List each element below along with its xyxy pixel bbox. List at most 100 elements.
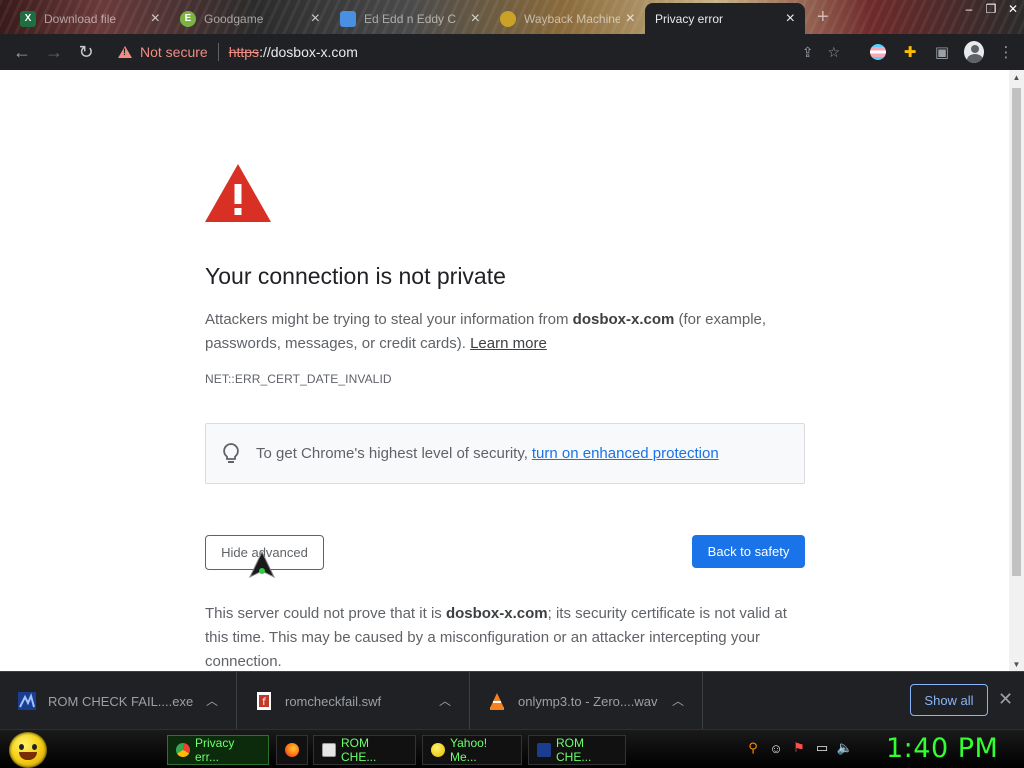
excel-icon: X [20, 10, 36, 27]
learn-more-link[interactable]: Learn more [470, 335, 547, 352]
start-button-smiley-icon[interactable] [9, 732, 47, 768]
taskbar-clock[interactable]: 1:40 PM [886, 733, 998, 764]
action-center-flag-icon[interactable]: ⚑ [791, 740, 807, 756]
tab-title: Ed Edd n Eddy C [364, 11, 457, 26]
extensions-puzzle-icon[interactable]: ✚ [900, 42, 920, 62]
svg-text:f: f [262, 697, 266, 708]
flash-icon [322, 743, 336, 757]
url-scheme: https [228, 44, 260, 60]
bookmark-star-icon[interactable]: ☆ [827, 44, 840, 61]
extensions-area: ✚ ▣ ⋮ [868, 37, 1016, 67]
new-tab-icon[interactable]: + [817, 6, 829, 29]
messenger-tray-icon[interactable]: ☺ [768, 740, 784, 756]
window-close-icon[interactable]: ✕ [1002, 0, 1024, 18]
page-title: Your connection is not private [205, 263, 506, 289]
url-host: ://dosbox-x.com [259, 44, 358, 60]
close-tab-icon[interactable]: × [786, 10, 795, 28]
taskbar-item-chrome[interactable]: Privacy err... [167, 735, 269, 765]
taskbar-item-yahoo-messenger[interactable]: Yahoo! Me... [422, 735, 522, 765]
scroll-up-arrow-icon[interactable]: ▲ [1009, 70, 1024, 84]
goodgame-icon: E [180, 10, 196, 27]
tab-goodgame[interactable]: E Goodgame × [170, 3, 330, 34]
error-code: NET::ERR_CERT_DATE_INVALID [205, 372, 392, 386]
yahoo-messenger-icon [431, 743, 445, 757]
vlc-icon [490, 693, 504, 710]
details-message: This server could not prove that it is d… [205, 602, 805, 671]
download-item[interactable]: onlymp3.to - Zero....wav ︿ [470, 672, 703, 730]
profile-avatar[interactable] [964, 41, 984, 63]
taskbar-item-label: Privacy err... [195, 736, 235, 764]
exe-icon [18, 692, 36, 710]
firefox-icon [285, 743, 299, 757]
enhanced-protection-link[interactable]: turn on enhanced protection [532, 445, 719, 462]
forward-icon[interactable]: → [38, 36, 70, 68]
download-item[interactable]: ROM CHECK FAIL....exe ︿ [0, 672, 237, 730]
chevron-up-icon[interactable]: ︿ [206, 692, 218, 709]
taskbar-item-label: ROM CHE... [341, 736, 377, 764]
download-item[interactable]: f romcheckfail.swf ︿ [237, 672, 470, 730]
reload-icon[interactable]: ↻ [70, 36, 102, 68]
flash-file-icon: f [257, 692, 271, 710]
chrome-icon [176, 743, 190, 757]
wayback-icon [500, 10, 516, 27]
os-taskbar: Privacy err... ROM CHE... Yahoo! Me... R… [0, 729, 1024, 768]
tab-download-file[interactable]: X Download file × [10, 3, 170, 34]
close-tab-icon[interactable]: × [626, 10, 635, 28]
tab-title: Wayback Machine [524, 11, 620, 26]
close-tab-icon[interactable]: × [151, 10, 160, 28]
chevron-up-icon[interactable]: ︿ [672, 692, 684, 709]
back-to-safety-button[interactable]: Back to safety [692, 535, 805, 568]
download-filename: onlymp3.to - Zero....wav [518, 693, 658, 709]
close-download-bar-icon[interactable]: ✕ [998, 689, 1013, 710]
taskbar-item-rom-check-exe[interactable]: ROM CHE... [528, 735, 626, 765]
back-icon[interactable]: ← [6, 36, 38, 68]
show-all-downloads-button[interactable]: Show all [910, 684, 988, 716]
omnibox-actions: ⇪ ☆ [802, 37, 848, 67]
vertical-scrollbar[interactable]: ▲ ▼ [1009, 70, 1024, 671]
exe-icon [537, 743, 551, 757]
flag-extension-icon[interactable] [868, 42, 888, 62]
tab-strip: X Download file × E Goodgame × Ed Edd n … [0, 0, 1024, 34]
taskbar-item-label: ROM CHE... [556, 736, 592, 764]
tab-privacy-error[interactable]: Privacy error × [645, 3, 805, 34]
enhanced-protection-text: To get Chrome's highest level of securit… [256, 445, 528, 462]
cartoon-icon [340, 10, 356, 27]
menu-kebab-icon[interactable]: ⋮ [996, 42, 1016, 62]
window-controls: – ❐ ✕ [958, 0, 1024, 18]
warning-triangle-icon [205, 164, 271, 222]
system-tray: ⚲ ☺ ⚑ ▭ 🔈 [745, 740, 853, 756]
network-icon[interactable]: ▭ [814, 740, 830, 756]
domain-name: dosbox-x.com [572, 311, 675, 328]
tab-title: Goodgame [204, 11, 264, 26]
taskbar-item-rom-check-swf[interactable]: ROM CHE... [313, 735, 416, 765]
restore-icon[interactable]: ❐ [980, 0, 1002, 18]
close-tab-icon[interactable]: × [471, 10, 480, 28]
scroll-down-arrow-icon[interactable]: ▼ [1009, 657, 1024, 671]
address-bar[interactable]: Not secure https ://dosbox-x.com ⇪ ☆ [108, 37, 848, 67]
enhanced-protection-box: To get Chrome's highest level of securit… [205, 423, 805, 484]
close-tab-icon[interactable]: × [311, 10, 320, 28]
tab-wayback-machine[interactable]: Wayback Machine × [490, 3, 645, 34]
divider [217, 43, 219, 61]
scrollbar-thumb[interactable] [1012, 88, 1021, 576]
tab-title: Download file [44, 11, 117, 26]
intro-prefix: Attackers might be trying to steal your … [205, 311, 573, 328]
lightbulb-icon [223, 442, 239, 463]
security-status[interactable]: Not secure [140, 44, 208, 60]
mouse-cursor-icon [249, 551, 275, 579]
not-secure-warning-icon [118, 46, 132, 58]
share-icon[interactable]: ⇪ [802, 44, 814, 61]
minimize-icon[interactable]: – [958, 0, 980, 18]
volume-icon[interactable]: 🔈 [837, 740, 853, 756]
details-domain-name: dosbox-x.com [445, 605, 548, 622]
main-message: Attackers might be trying to steal your … [205, 308, 805, 356]
taskbar-item-firefox[interactable] [276, 735, 308, 765]
tab-title: Privacy error [655, 11, 724, 26]
tab-ed-edd-n-eddy[interactable]: Ed Edd n Eddy C × [330, 3, 490, 34]
interstitial-page: Your connection is not private Attackers… [0, 70, 1009, 671]
details-prefix: This server could not prove that it is [205, 605, 446, 622]
side-panel-icon[interactable]: ▣ [932, 42, 952, 62]
search-magnifier-icon[interactable]: ⚲ [745, 740, 761, 756]
chevron-up-icon[interactable]: ︿ [439, 692, 451, 709]
download-filename: ROM CHECK FAIL....exe [48, 693, 194, 709]
